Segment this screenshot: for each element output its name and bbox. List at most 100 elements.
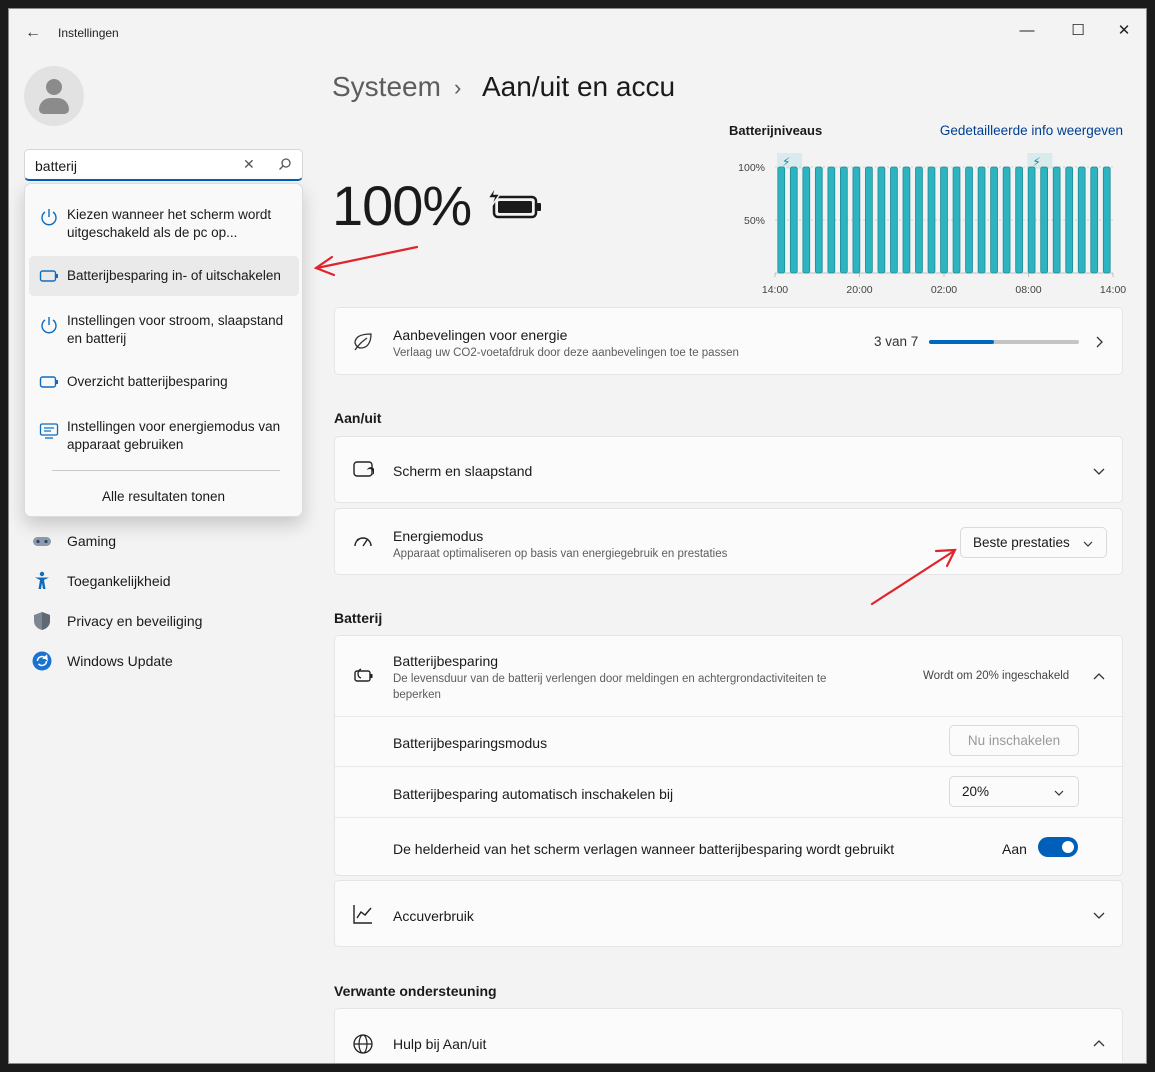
title-bar: ← Instellingen — ☐ ✕ [9, 9, 1146, 57]
settings-window: ← Instellingen — ☐ ✕ Gaming Toegankelijk… [8, 8, 1147, 1064]
energy-mode-dropdown[interactable]: Beste prestaties [960, 527, 1107, 558]
chevron-up-icon [1093, 673, 1105, 680]
sidebar-item-privacy[interactable]: Privacy en beveiliging [32, 607, 302, 637]
minimize-button[interactable]: — [1004, 17, 1050, 45]
update-icon [32, 651, 52, 671]
x-tick-label: 08:00 [1015, 284, 1041, 296]
chevron-right-icon [1096, 336, 1103, 348]
card-title: Accuverbruik [393, 908, 474, 924]
section-heading-power: Aan/uit [334, 410, 382, 426]
auto-enable-label: Batterijbesparing automatisch inschakele… [393, 786, 674, 802]
energy-mode-card: Energiemodus Apparaat optimaliseren op b… [334, 508, 1123, 575]
breadcrumb-parent[interactable]: Systeem [332, 71, 441, 103]
power-icon [41, 209, 57, 226]
speedometer-icon [354, 537, 372, 547]
shield-icon [34, 612, 50, 630]
x-tick-label: 20:00 [846, 284, 872, 296]
x-tick-label: 14:00 [762, 284, 788, 296]
accessibility-icon [35, 571, 49, 589]
battery-saver-status: Wordt om 20% ingeschakeld [923, 670, 1070, 682]
help-power-card[interactable]: Hulp bij Aan/uit [334, 1008, 1123, 1063]
sidebar-item-label: Gaming [67, 533, 117, 549]
avatar[interactable] [24, 66, 84, 126]
result-line: en batterij [67, 331, 127, 346]
turn-on-now-button[interactable]: Nu inschakelen [949, 725, 1079, 756]
battery-charging-icon [486, 185, 541, 219]
sidebar-item-label: Windows Update [67, 653, 173, 669]
battery-bar [940, 166, 948, 274]
device-settings-icon [39, 423, 59, 439]
toggle-state-label: Aan [1002, 841, 1027, 857]
lower-brightness-label: De helderheid van het scherm verlagen wa… [393, 841, 895, 857]
subtitle-line: beperken [393, 689, 441, 701]
section-heading-battery: Batterij [334, 610, 383, 626]
battery-saver-icon [354, 668, 373, 682]
result-line: apparaat gebruiken [67, 437, 184, 452]
card-title: Hulp bij Aan/uit [393, 1036, 487, 1052]
sidebar-item-gaming[interactable]: Gaming [32, 527, 302, 557]
dropdown-value: Beste prestaties [973, 535, 1070, 550]
auto-enable-dropdown[interactable]: 20% [949, 776, 1079, 807]
battery-bar [1052, 166, 1061, 274]
clear-icon[interactable]: ✕ [243, 156, 255, 173]
battery-bar [1040, 166, 1048, 274]
battery-bar [915, 166, 923, 274]
search-input[interactable]: batterij ✕ [24, 149, 303, 181]
sidebar-item-windows-update[interactable]: Windows Update [32, 647, 302, 677]
battery-saver-header[interactable]: Batterijbesparing De levensduur van de b… [335, 636, 1122, 716]
search-result-item[interactable]: Instellingen voor energiemodus van appara… [29, 408, 299, 462]
card-subtitle: De levensduur van de batterij verlengen … [393, 671, 826, 703]
maximize-button[interactable]: ☐ [1055, 17, 1101, 45]
gaming-icon [33, 537, 51, 546]
battery-bar [1027, 166, 1036, 274]
y-tick-label: 50% [744, 215, 765, 227]
battery-level-chart: Batterijniveaus Gedetailleerde info weer… [729, 121, 1129, 296]
recommendations-progress-bar [929, 340, 1079, 344]
globe-icon [353, 1034, 373, 1054]
search-result-item[interactable]: Kiezen wanneer het scherm wordt uitgescha… [29, 194, 299, 248]
battery-bar [852, 166, 861, 274]
dropdown-value: 20% [962, 784, 990, 799]
chart-plot: ⚡ ⚡100%50%14:00 20:00 02:00 08:00 14:00 [738, 153, 1126, 296]
x-tick-label: 02:00 [931, 284, 957, 296]
window-title: Instellingen [58, 26, 119, 40]
battery-saver-card: Batterijbesparing De levensduur van de b… [334, 635, 1123, 876]
search-results-dropdown: Kiezen wanneer het scherm wordt uitgescha… [24, 183, 303, 517]
breadcrumb-separator: › [454, 75, 462, 100]
page-title: Aan/uit en accu [482, 71, 676, 102]
power-icon [41, 317, 57, 334]
back-arrow-icon[interactable]: ← [21, 23, 45, 43]
subtitle-line: De levensduur van de batterij verlengen … [393, 673, 827, 685]
search-result-item[interactable]: Batterijbesparing in- of uitschakelen [29, 256, 299, 296]
chevron-down-icon [1083, 541, 1093, 547]
progress-fill [929, 340, 994, 344]
battery-bar [977, 166, 986, 274]
battery-bar [789, 166, 798, 274]
battery-bar [927, 166, 936, 274]
battery-bar [965, 166, 973, 274]
lower-brightness-toggle[interactable] [1038, 837, 1078, 857]
line-chart-icon [353, 905, 372, 924]
chevron-down-icon [1054, 790, 1064, 796]
battery-bar [1015, 166, 1023, 274]
battery-bar [902, 166, 911, 274]
battery-bar [990, 166, 998, 274]
sidebar-item-accessibility[interactable]: Toegankelijkheid [32, 567, 302, 597]
battery-bar [877, 166, 886, 274]
battery-icon [39, 270, 58, 282]
search-result-item[interactable]: Overzicht batterijbesparing [29, 364, 299, 400]
sidebar-item-label: Toegankelijkheid [67, 573, 171, 589]
search-result-item[interactable]: Instellingen voor stroom, slaapstand en b… [29, 302, 299, 356]
card-subtitle: Apparaat optimaliseren op basis van ener… [393, 548, 728, 560]
battery-bar [814, 166, 823, 274]
battery-bar [952, 166, 961, 274]
search-icon[interactable] [278, 157, 292, 171]
battery-bar [1002, 166, 1011, 274]
close-button[interactable]: ✕ [1101, 17, 1146, 45]
battery-usage-card[interactable]: Accuverbruik [334, 880, 1123, 947]
result-line: Kiezen wanneer het scherm wordt [67, 207, 272, 222]
screen-sleep-card[interactable]: Scherm en slaapstand [334, 436, 1123, 503]
show-all-results-link[interactable]: Alle resultaten tonen [25, 489, 302, 504]
chevron-up-icon [1093, 1040, 1105, 1047]
battery-bar [1077, 166, 1086, 274]
